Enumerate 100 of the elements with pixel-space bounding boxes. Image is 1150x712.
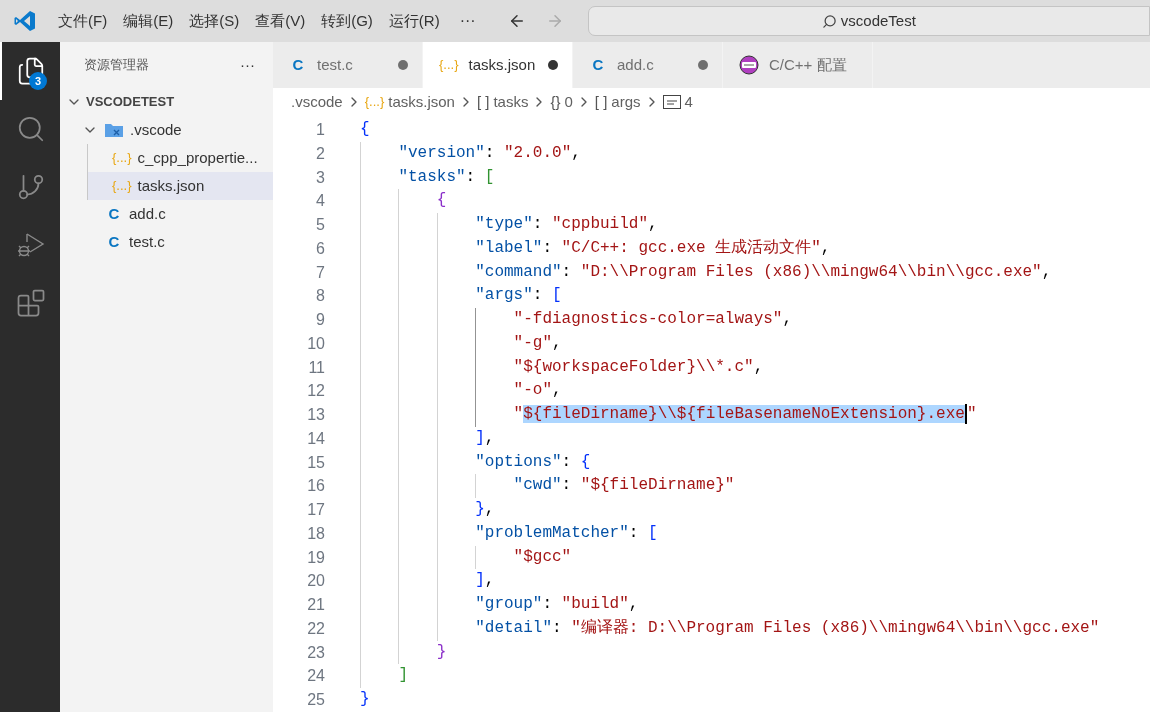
file-tree-item[interactable]: C test.c xyxy=(60,228,273,256)
line-number: 13 xyxy=(306,405,325,425)
menu-item[interactable]: 运行(R) xyxy=(380,9,448,33)
tab-label: test.c xyxy=(317,54,354,75)
code-token: ] xyxy=(398,666,408,685)
sidebar-title: 资源管理器 xyxy=(84,56,149,75)
more-actions-button[interactable]: ··· xyxy=(240,53,255,77)
search-text: vscodeTest xyxy=(840,10,916,31)
breadcrumb-item[interactable]: [ ] args xyxy=(594,90,641,114)
line-number: 3 xyxy=(315,167,325,188)
line-number: 4 xyxy=(315,191,325,212)
file-name: tasks.json xyxy=(137,175,205,196)
files-icon xyxy=(16,56,46,86)
line-number: 14 xyxy=(306,428,325,449)
code-token: : xyxy=(561,452,573,471)
breadcrumb-item[interactable]: .vscode xyxy=(291,90,343,114)
breadcrumb-item[interactable]: 4 xyxy=(662,90,693,114)
workspace-name: VSCODETEST xyxy=(86,93,175,112)
code-token: "-g" xyxy=(513,333,552,352)
line-number: 25 xyxy=(306,690,325,710)
c-file-icon: C xyxy=(105,202,123,226)
code-token: , xyxy=(484,500,495,518)
file-tree-item[interactable]: {...} tasks.json xyxy=(87,172,273,200)
code-token: " xyxy=(966,405,977,423)
menu-item[interactable]: 选择(S) xyxy=(181,9,248,33)
file-tree-item[interactable]: .vscode xyxy=(60,116,273,144)
c-file-icon: C xyxy=(289,53,307,77)
code-token: : xyxy=(484,143,496,162)
file-name: .vscode xyxy=(130,119,182,140)
code-token: "2.0.0" xyxy=(504,143,572,162)
code-token: "-fdiagnostics-color=always" xyxy=(513,310,783,328)
breadcrumb-item[interactable]: {} 0 xyxy=(550,90,573,114)
code-token: "-o" xyxy=(513,381,552,400)
code-token: "${fileDirname}" xyxy=(580,476,735,495)
file-name: add.c xyxy=(129,203,166,224)
menu-item[interactable]: 查看(V) xyxy=(247,9,314,33)
line-number: 15 xyxy=(306,452,325,473)
notification-badge: 3 xyxy=(29,72,47,90)
code-token: : xyxy=(532,215,544,233)
breadcrumb-item[interactable]: {...} tasks.json xyxy=(364,90,455,114)
code-token: "${workspaceFolder}\\*.c" xyxy=(513,357,754,376)
code-token: "$gcc" xyxy=(513,547,572,566)
line-number: 12 xyxy=(306,381,325,402)
code-token: "tasks" xyxy=(398,167,466,186)
code-token: "编译器: D:\\Program Files (x86)\\mingw64\\bin\\gcc.exe" xyxy=(571,618,1100,637)
code-token: , xyxy=(552,381,562,400)
line-number: 23 xyxy=(306,642,325,663)
code-token: } xyxy=(475,500,485,518)
code-token: , xyxy=(628,595,639,613)
workspace-header[interactable]: VSCODETEST xyxy=(60,88,273,116)
code-token: "problemMatcher" xyxy=(475,523,629,542)
code-token: { xyxy=(580,452,591,471)
code-token: [ xyxy=(648,523,658,542)
code-token: "version" xyxy=(398,143,485,162)
settings-badge-icon xyxy=(739,55,759,75)
code-token: "options" xyxy=(475,452,562,471)
line-number: 9 xyxy=(315,310,325,330)
string-icon xyxy=(662,95,681,109)
c-file-icon: C xyxy=(105,230,123,254)
code-token: "group" xyxy=(475,595,543,613)
search-field[interactable]: vscodeTest xyxy=(587,6,1150,36)
more-menu-button[interactable]: ··· xyxy=(447,9,488,33)
menu-item[interactable]: 文件(F) xyxy=(50,9,116,33)
json-file-icon: {...} xyxy=(112,176,132,196)
line-number: 10 xyxy=(306,333,325,354)
code-token: "build" xyxy=(561,595,629,613)
line-number: 8 xyxy=(315,286,325,307)
code-token: ] xyxy=(475,428,485,447)
code-token: : xyxy=(542,238,553,257)
line-number: 6 xyxy=(315,238,325,259)
app-logo-icon xyxy=(13,9,37,33)
folder-icon xyxy=(104,122,124,138)
menu-item[interactable]: 编辑(E) xyxy=(115,9,182,33)
editor-tab[interactable]: {...} tasks.json xyxy=(423,42,573,88)
menu-item[interactable]: 转到(G) xyxy=(313,9,381,33)
code-token: : xyxy=(532,286,544,305)
code-token: : xyxy=(561,262,573,281)
line-number: 18 xyxy=(306,523,325,544)
code-token: { xyxy=(360,120,370,138)
code-token: , xyxy=(484,571,495,590)
extensions-icon xyxy=(16,288,46,318)
code-token: "command" xyxy=(475,262,562,281)
line-number: 1 xyxy=(315,120,325,140)
line-number: 2 xyxy=(315,143,325,164)
code-token: "D:\\Program Files (x86)\\mingw64\\bin\\gcc.exe" xyxy=(580,262,1042,281)
breadcrumb-item[interactable]: [ ] tasks xyxy=(476,90,529,114)
line-number: 21 xyxy=(306,595,325,615)
code-token: ] xyxy=(475,571,485,590)
code-token: , xyxy=(753,357,764,376)
code-token: , xyxy=(552,333,562,352)
code-token: } xyxy=(436,642,447,661)
file-tree-item[interactable]: C add.c xyxy=(60,200,273,228)
code-token: [ xyxy=(552,286,562,305)
code-token: , xyxy=(648,215,658,233)
code-token: "detail" xyxy=(475,618,552,637)
code-token: : xyxy=(552,618,563,637)
search-icon xyxy=(821,13,837,29)
line-number: 7 xyxy=(315,262,325,283)
line-number: 17 xyxy=(306,500,325,520)
file-name: test.c xyxy=(129,231,165,252)
